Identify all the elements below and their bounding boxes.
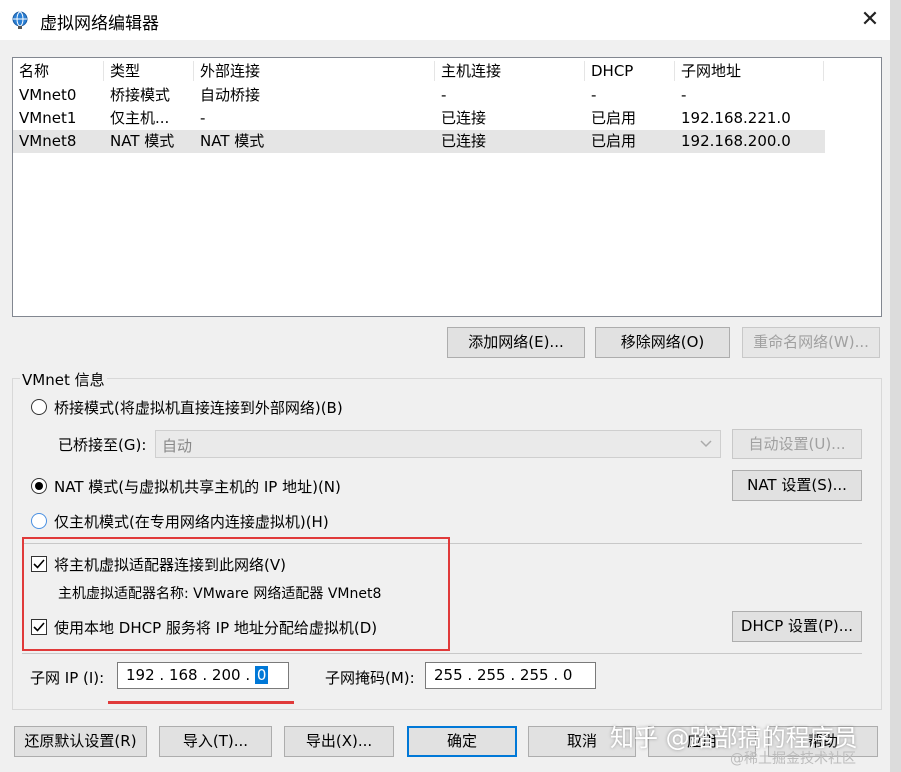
column-header-name[interactable]: 名称 [13,58,103,84]
cell-host: 已连接 [441,132,487,150]
mask-octet: 0 [562,666,573,684]
mask-octet: 255 [519,666,549,684]
column-header-dhcp[interactable]: DHCP [585,58,674,84]
column-header-subnet[interactable]: 子网地址 [675,58,823,84]
add-network-button[interactable]: 添加网络(E)... [447,327,585,358]
host-only-label[interactable]: 仅主机模式(在专用网络内连接虚拟机)(H) [54,511,329,532]
export-button[interactable]: 导出(X)... [284,726,394,757]
bridged-to-label: 已桥接至(G): [58,436,147,454]
column-header-type[interactable]: 类型 [104,58,193,84]
ip-octet: 192 [126,666,155,684]
cell-external: - [200,109,206,127]
subnet-mask-input[interactable]: 255 . 255 . 255 . 0 [425,662,596,689]
mask-octet: 255 [434,666,463,684]
remove-network-button[interactable]: 移除网络(O) [595,327,730,358]
group-label: VMnet 信息 [20,369,107,390]
cell-subnet: 192.168.221.0 [681,109,791,127]
column-header-external[interactable]: 外部连接 [194,58,434,84]
network-list[interactable]: 名称 类型 外部连接 主机连接 DHCP 子网地址 VMnet0 桥接模式 自动… [12,57,882,317]
window-edge [890,0,901,772]
annotation-underline [108,701,294,704]
cell-name: VMnet0 [19,86,77,104]
host-only-radio[interactable] [31,513,47,529]
subnet-ip-label: 子网 IP (I): [30,669,105,687]
rename-network-button[interactable]: 重命名网络(W)... [742,327,880,358]
cell-subnet: - [681,86,687,104]
table-row-selected[interactable]: VMnet8 NAT 模式 NAT 模式 已连接 已启用 192.168.200… [13,130,825,153]
annotation-box [22,537,450,651]
dhcp-settings-button[interactable]: DHCP 设置(P)... [732,611,862,642]
cell-subnet: 192.168.200.0 [681,132,791,150]
cell-name: VMnet8 [19,132,77,150]
subnet-ip-input[interactable]: 192 . 168 . 200 . 0 [117,662,289,689]
auto-settings-button[interactable]: 自动设置(U)... [732,429,862,459]
cell-type: 仅主机... [110,109,170,127]
header-divider [823,61,824,81]
cell-external: 自动桥接 [200,86,261,104]
table-row[interactable]: VMnet1 仅主机... - 已连接 已启用 192.168.221.0 [13,107,825,130]
bridged-to-select[interactable]: 自动 [155,430,721,458]
table-row[interactable]: VMnet0 桥接模式 自动桥接 - - - [13,84,825,107]
nat-mode-radio[interactable] [31,478,47,494]
restore-defaults-button[interactable]: 还原默认设置(R) [14,726,147,757]
watermark-subtext: @稀土掘金技术社区 [730,751,856,767]
cell-host: - [441,86,447,104]
window-title: 虚拟网络编辑器 [40,14,159,34]
ip-octet: 168 [168,666,198,684]
bridge-mode-label[interactable]: 桥接模式(将虚拟机直接连接到外部网络)(B) [54,397,343,418]
radio-selected-dot [35,482,43,490]
cell-type: NAT 模式 [110,132,175,150]
ip-octet: 200 [211,666,241,684]
cell-dhcp: - [591,86,597,104]
cell-dhcp: 已启用 [591,109,637,127]
mask-octet: 255 [476,666,506,684]
close-button[interactable]: ✕ [856,6,884,34]
bridge-mode-radio[interactable] [31,399,47,415]
ok-button[interactable]: 确定 [407,726,517,757]
chevron-down-icon [700,440,712,448]
nat-mode-label[interactable]: NAT 模式(与虚拟机共享主机的 IP 地址)(N) [54,476,341,497]
cell-type: 桥接模式 [110,86,171,104]
subnet-mask-label: 子网掩码(M): [325,669,415,687]
separator [22,653,862,654]
globe-network-icon [12,11,28,29]
nat-settings-button[interactable]: NAT 设置(S)... [732,470,862,501]
cell-dhcp: 已启用 [591,132,637,150]
column-header-host[interactable]: 主机连接 [435,58,584,84]
bridged-to-value: 自动 [162,437,193,455]
import-button[interactable]: 导入(T)... [159,726,272,757]
ip-octet-selected: 0 [254,666,269,684]
cell-name: VMnet1 [19,109,77,127]
cell-external: NAT 模式 [200,132,265,150]
cell-host: 已连接 [441,109,487,127]
